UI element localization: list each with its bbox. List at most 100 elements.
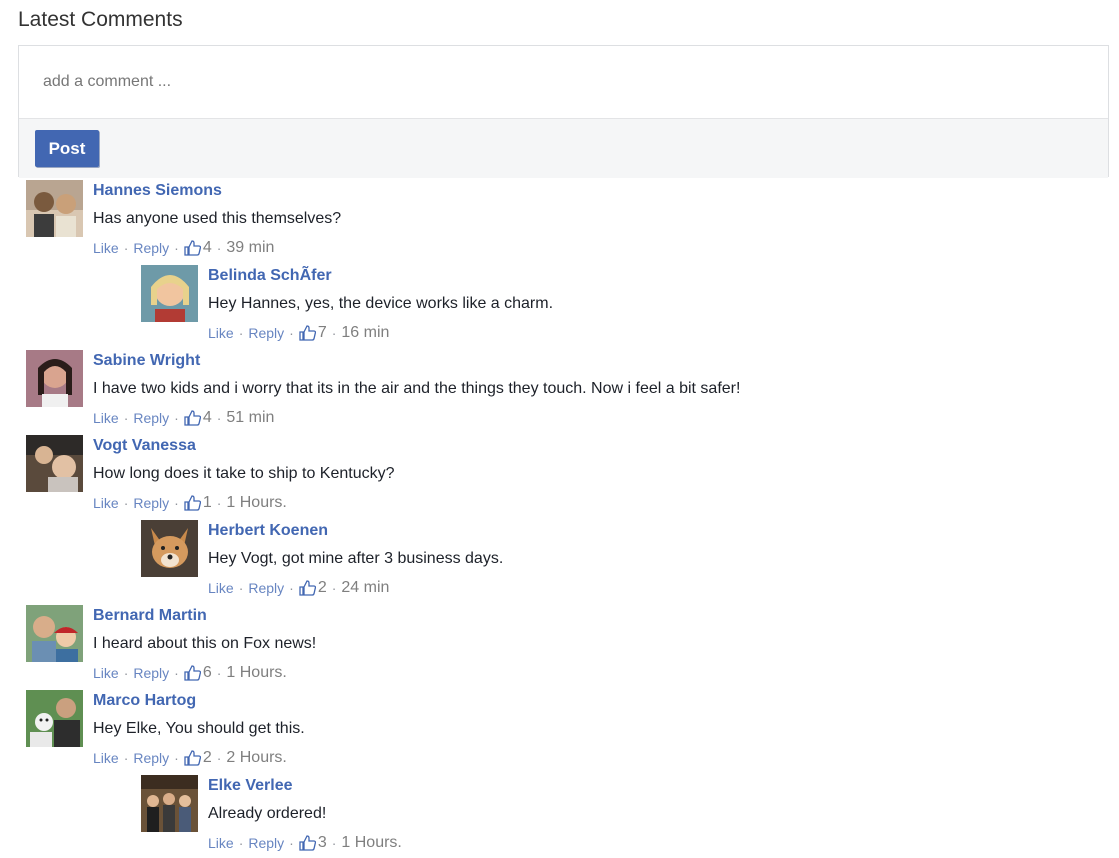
separator: ·	[123, 240, 129, 256]
separator: ·	[331, 580, 337, 596]
separator: ·	[331, 835, 337, 851]
separator: ·	[238, 325, 244, 341]
comment-actions: Like · Reply · 3 · 1 Hours.	[208, 834, 402, 852]
separator: ·	[238, 835, 244, 851]
reply-link[interactable]: Reply	[248, 835, 284, 851]
comment-actions: Like · Reply · 4 · 39 min	[93, 239, 274, 257]
separator: ·	[123, 495, 129, 511]
reply-link[interactable]: Reply	[133, 750, 169, 766]
like-link[interactable]: Like	[93, 495, 119, 511]
like-count: 2	[317, 579, 327, 596]
comment-text: I have two kids and i worry that its in …	[93, 380, 741, 397]
like-count: 1	[202, 494, 212, 511]
reply-link[interactable]: Reply	[248, 580, 284, 596]
comment-text: Has anyone used this themselves?	[93, 210, 342, 227]
thumbs-up-icon	[299, 835, 316, 851]
reply-link[interactable]: Reply	[133, 495, 169, 511]
comment-actions: Like · Reply · 6 · 1 Hours.	[93, 664, 287, 682]
separator: ·	[174, 410, 179, 426]
separator: ·	[123, 750, 129, 766]
avatar[interactable]	[141, 520, 198, 577]
comment-author[interactable]: Belinda SchÃfer	[208, 267, 332, 285]
avatar[interactable]	[26, 435, 83, 492]
like-link[interactable]: Like	[93, 410, 119, 426]
composer-toolbar: Post	[19, 118, 1108, 178]
comment-timestamp: 24 min	[341, 579, 390, 596]
like-link[interactable]: Like	[93, 240, 119, 256]
like-link[interactable]: Like	[93, 665, 119, 681]
separator: ·	[289, 580, 294, 596]
post-button[interactable]: Post	[35, 130, 99, 167]
like-count: 4	[202, 239, 212, 256]
thumbs-up-icon	[299, 325, 316, 341]
separator: ·	[174, 665, 179, 681]
comment-timestamp: 16 min	[341, 324, 390, 341]
comment-text: I heard about this on Fox news!	[93, 635, 317, 652]
like-link[interactable]: Like	[208, 580, 234, 596]
comment-author[interactable]: Vogt Vanessa	[93, 437, 196, 455]
comment-timestamp: 1 Hours.	[226, 494, 287, 511]
comment-author[interactable]: Elke Verlee	[208, 777, 293, 795]
comment-author[interactable]: Hannes Siemons	[93, 182, 222, 200]
page-title: Latest Comments	[18, 8, 183, 31]
reply-link[interactable]: Reply	[248, 325, 284, 341]
separator: ·	[331, 325, 337, 341]
separator: ·	[289, 835, 294, 851]
comment-text: Hey Vogt, got mine after 3 business days…	[208, 550, 504, 567]
separator: ·	[216, 495, 222, 511]
like-count: 4	[202, 409, 212, 426]
comment-actions: Like · Reply · 4 · 51 min	[93, 409, 274, 427]
comment-text: Hey Elke, You should get this.	[93, 720, 305, 737]
like-link[interactable]: Like	[208, 325, 234, 341]
like-count: 2	[202, 749, 212, 766]
comment-author[interactable]: Herbert Koenen	[208, 522, 328, 540]
comment-timestamp: 1 Hours.	[226, 664, 287, 681]
avatar[interactable]	[26, 690, 83, 747]
thumbs-up-icon	[184, 665, 201, 681]
comment-timestamp: 39 min	[226, 239, 275, 256]
separator: ·	[216, 410, 222, 426]
separator: ·	[123, 665, 129, 681]
comment-actions: Like · Reply · 2 · 24 min	[208, 579, 389, 597]
reply-link[interactable]: Reply	[133, 240, 169, 256]
avatar[interactable]	[141, 775, 198, 832]
separator: ·	[123, 410, 129, 426]
comment-timestamp: 51 min	[226, 409, 275, 426]
comment-actions: Like · Reply · 7 · 16 min	[208, 324, 389, 342]
avatar[interactable]	[26, 350, 83, 407]
separator: ·	[216, 240, 222, 256]
thumbs-up-icon	[299, 580, 316, 596]
comment-text: Hey Hannes, yes, the device works like a…	[208, 295, 554, 312]
avatar[interactable]	[141, 265, 198, 322]
thumbs-up-icon	[184, 410, 201, 426]
avatar[interactable]	[26, 605, 83, 662]
thumbs-up-icon	[184, 495, 201, 511]
like-count: 3	[317, 834, 327, 851]
separator: ·	[174, 750, 179, 766]
reply-link[interactable]: Reply	[133, 410, 169, 426]
comment-author[interactable]: Sabine Wright	[93, 352, 200, 370]
thumbs-up-icon	[184, 750, 201, 766]
comment-input[interactable]	[19, 46, 1108, 118]
comment-text: Already ordered!	[208, 805, 327, 822]
like-link[interactable]: Like	[208, 835, 234, 851]
comment-author[interactable]: Marco Hartog	[93, 692, 196, 710]
separator: ·	[216, 750, 222, 766]
comment-actions: Like · Reply · 2 · 2 Hours.	[93, 749, 287, 767]
comment-composer: Post	[18, 45, 1109, 178]
comment-timestamp: 2 Hours.	[226, 749, 287, 766]
separator: ·	[238, 580, 244, 596]
reply-link[interactable]: Reply	[133, 665, 169, 681]
like-count: 7	[317, 324, 327, 341]
comment-author[interactable]: Bernard Martin	[93, 607, 207, 625]
avatar[interactable]	[26, 180, 83, 237]
separator: ·	[216, 665, 222, 681]
like-count: 6	[202, 664, 212, 681]
comment-timestamp: 1 Hours.	[341, 834, 402, 851]
separator: ·	[174, 495, 179, 511]
comment-text: How long does it take to ship to Kentuck…	[93, 465, 395, 482]
thumbs-up-icon	[184, 240, 201, 256]
like-link[interactable]: Like	[93, 750, 119, 766]
separator: ·	[174, 240, 179, 256]
separator: ·	[289, 325, 294, 341]
